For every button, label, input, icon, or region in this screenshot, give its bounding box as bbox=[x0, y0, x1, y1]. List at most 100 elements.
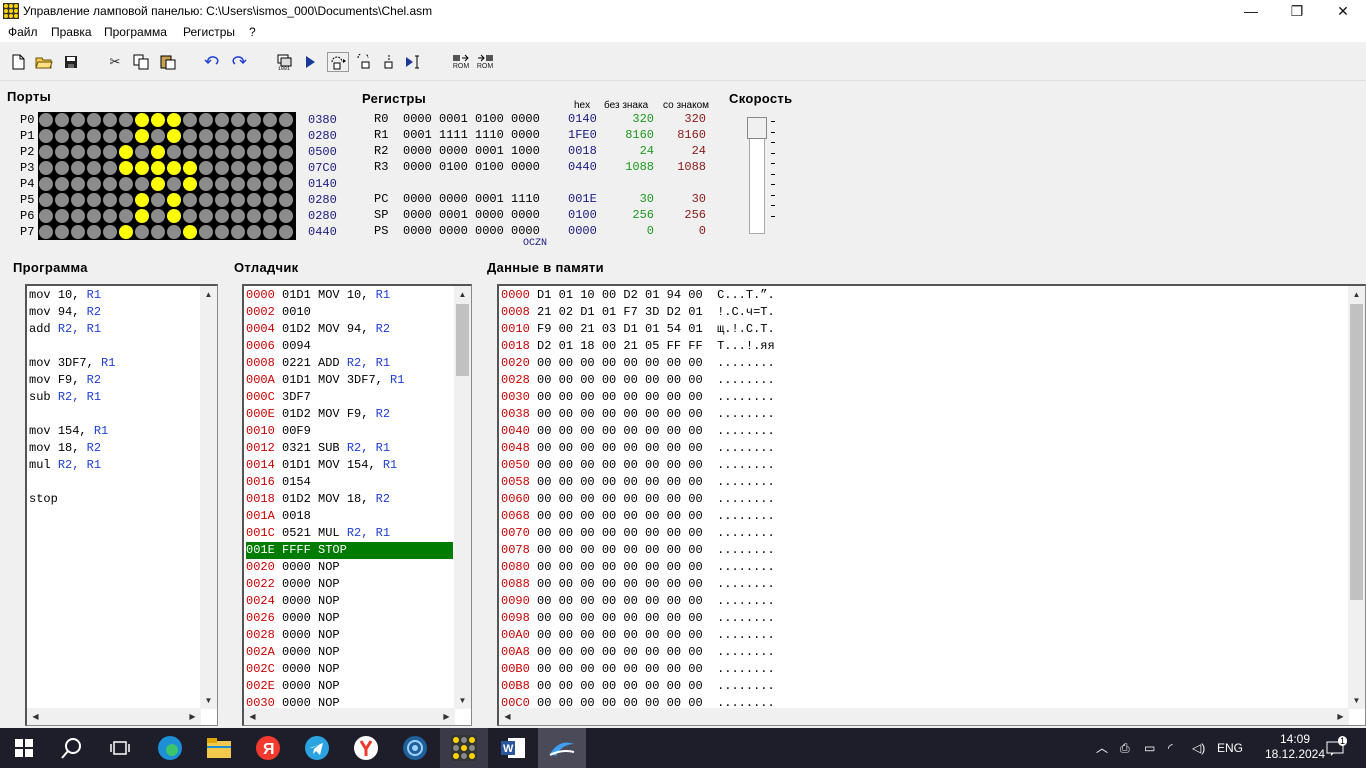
debugger-line[interactable]: 0010 00F9 bbox=[246, 423, 453, 440]
debugger-line[interactable]: 0012 0321 SUB R2, R1 bbox=[246, 440, 453, 457]
program-line[interactable]: add R2, R1 bbox=[29, 321, 199, 338]
step-out-icon[interactable] bbox=[379, 52, 399, 72]
program-line[interactable]: mov F9, R2 bbox=[29, 372, 199, 389]
program-line[interactable]: mov 154, R1 bbox=[29, 423, 199, 440]
cut-icon[interactable]: ✂ bbox=[105, 52, 125, 72]
memory-row[interactable]: 0038 00 00 00 00 00 00 00 00 ........ bbox=[501, 406, 1341, 423]
memory-row[interactable]: 0030 00 00 00 00 00 00 00 00 ........ bbox=[501, 389, 1341, 406]
scroll-right-icon[interactable]: ▶ bbox=[1332, 708, 1349, 725]
debugger-line[interactable]: 002C 0000 NOP bbox=[246, 661, 453, 678]
menu-program[interactable]: Программа bbox=[104, 25, 167, 39]
word-icon[interactable]: W bbox=[489, 728, 537, 768]
program-line[interactable] bbox=[29, 474, 199, 491]
debugger-line[interactable]: 0016 0154 bbox=[246, 474, 453, 491]
scroll-left-icon[interactable]: ◀ bbox=[244, 708, 261, 725]
memory-row[interactable]: 0078 00 00 00 00 00 00 00 00 ........ bbox=[501, 542, 1341, 559]
scroll-down-icon[interactable]: ▼ bbox=[454, 692, 471, 709]
memory-row[interactable]: 00A0 00 00 00 00 00 00 00 00 ........ bbox=[501, 627, 1341, 644]
program-line[interactable]: stop bbox=[29, 491, 199, 508]
debugger-line[interactable]: 0002 0010 bbox=[246, 304, 453, 321]
debugger-line[interactable]: 0006 0094 bbox=[246, 338, 453, 355]
menu-registers[interactable]: Регистры bbox=[183, 25, 235, 39]
program-line[interactable] bbox=[29, 338, 199, 355]
telegram-icon[interactable] bbox=[293, 728, 341, 768]
paste-icon[interactable] bbox=[158, 52, 178, 72]
debugger-line[interactable]: 0018 01D2 MOV 18, R2 bbox=[246, 491, 453, 508]
debugger-line[interactable]: 0024 0000 NOP bbox=[246, 593, 453, 610]
debugger-line[interactable]: 0026 0000 NOP bbox=[246, 610, 453, 627]
debugger-line[interactable]: 000C 3DF7 bbox=[246, 389, 453, 406]
program-editor[interactable]: mov 10, R1 mov 94, R2 add R2, R1 mov 3DF7, … bbox=[25, 284, 218, 726]
rom-load-icon[interactable]: ROM bbox=[450, 52, 472, 72]
yandex-browser-icon[interactable]: Я bbox=[244, 728, 292, 768]
tray-volume-icon[interactable]: ◁) bbox=[1192, 728, 1205, 768]
speed-slider-thumb[interactable] bbox=[747, 117, 767, 139]
program-line[interactable]: mul R2, R1 bbox=[29, 457, 199, 474]
program-line[interactable]: sub R2, R1 bbox=[29, 389, 199, 406]
debugger-list[interactable]: 0000 01D1 MOV 10, R1 0002 0010 0004 01D2 M… bbox=[242, 284, 472, 726]
memory-row[interactable]: 0090 00 00 00 00 00 00 00 00 ........ bbox=[501, 593, 1341, 610]
program-line[interactable]: mov 94, R2 bbox=[29, 304, 199, 321]
scroll-right-icon[interactable]: ▶ bbox=[438, 708, 455, 725]
debugger-line[interactable]: 000A 01D1 MOV 3DF7, R1 bbox=[246, 372, 453, 389]
program-line[interactable] bbox=[29, 406, 199, 423]
debugger-line[interactable]: 0000 01D1 MOV 10, R1 bbox=[246, 287, 453, 304]
debugger-scroll-thumb[interactable] bbox=[456, 304, 469, 376]
windows-start-icon[interactable] bbox=[0, 728, 48, 768]
run-icon[interactable] bbox=[300, 52, 320, 72]
memory-row[interactable]: 00A8 00 00 00 00 00 00 00 00 ........ bbox=[501, 644, 1341, 661]
menu-file[interactable]: Файл bbox=[8, 25, 38, 39]
memory-row[interactable]: 0080 00 00 00 00 00 00 00 00 ........ bbox=[501, 559, 1341, 576]
debugger-line[interactable]: 001C 0521 MUL R2, R1 bbox=[246, 525, 453, 542]
memory-row[interactable]: 0088 00 00 00 00 00 00 00 00 ........ bbox=[501, 576, 1341, 593]
memory-row[interactable]: 0070 00 00 00 00 00 00 00 00 ........ bbox=[501, 525, 1341, 542]
minimize-button[interactable]: — bbox=[1228, 0, 1274, 23]
debugger-line[interactable]: 0022 0000 NOP bbox=[246, 576, 453, 593]
lamp-panel-app-icon[interactable] bbox=[440, 728, 488, 768]
undo-icon[interactable] bbox=[202, 52, 222, 72]
run-to-cursor-icon[interactable] bbox=[404, 52, 424, 72]
memory-row[interactable]: 0058 00 00 00 00 00 00 00 00 ........ bbox=[501, 474, 1341, 491]
edge-browser-icon[interactable] bbox=[146, 728, 194, 768]
scroll-down-icon[interactable]: ▼ bbox=[1348, 692, 1365, 709]
maximize-button[interactable]: ❐ bbox=[1274, 0, 1320, 23]
yandex-app-icon[interactable] bbox=[342, 728, 390, 768]
scroll-right-icon[interactable]: ▶ bbox=[184, 708, 201, 725]
step-run-icon[interactable]: 1001 bbox=[275, 52, 295, 72]
scroll-down-icon[interactable]: ▼ bbox=[200, 692, 217, 709]
current-instruction[interactable]: 001E FFFF STOP bbox=[246, 542, 453, 559]
program-vscroll[interactable]: ▲ ▼ bbox=[200, 286, 217, 709]
memory-row[interactable]: 0068 00 00 00 00 00 00 00 00 ........ bbox=[501, 508, 1341, 525]
debugger-hscroll[interactable]: ◀ ▶ bbox=[244, 708, 455, 725]
new-file-icon[interactable] bbox=[8, 52, 28, 72]
tray-chevron-icon[interactable]: ︿ bbox=[1096, 728, 1108, 768]
program-line[interactable]: mov 3DF7, R1 bbox=[29, 355, 199, 372]
save-icon[interactable] bbox=[61, 52, 81, 72]
memory-row[interactable]: 0050 00 00 00 00 00 00 00 00 ........ bbox=[501, 457, 1341, 474]
speed-slider[interactable] bbox=[747, 117, 767, 234]
scroll-up-icon[interactable]: ▲ bbox=[200, 286, 217, 303]
memory-row[interactable]: 00B8 00 00 00 00 00 00 00 00 ........ bbox=[501, 678, 1341, 695]
app-globe-icon[interactable] bbox=[391, 728, 439, 768]
memory-row[interactable]: 0048 00 00 00 00 00 00 00 00 ........ bbox=[501, 440, 1341, 457]
debugger-line[interactable]: 0014 01D1 MOV 154, R1 bbox=[246, 457, 453, 474]
memory-row[interactable]: 00B0 00 00 00 00 00 00 00 00 ........ bbox=[501, 661, 1341, 678]
program-line[interactable]: mov 18, R2 bbox=[29, 440, 199, 457]
memory-row[interactable]: 0010 F9 00 21 03 D1 01 54 01 щ.!.С.Т. bbox=[501, 321, 1341, 338]
memory-vscroll[interactable]: ▲ ▼ bbox=[1348, 286, 1365, 709]
search-icon[interactable] bbox=[48, 728, 96, 768]
debugger-line[interactable]: 002E 0000 NOP bbox=[246, 678, 453, 695]
debugger-line[interactable]: 0004 01D2 MOV 94, R2 bbox=[246, 321, 453, 338]
memory-hscroll[interactable]: ◀ ▶ bbox=[499, 708, 1349, 725]
debugger-line[interactable]: 001A 0018 bbox=[246, 508, 453, 525]
menu-help[interactable]: ? bbox=[249, 25, 256, 39]
memory-row[interactable]: 0060 00 00 00 00 00 00 00 00 ........ bbox=[501, 491, 1341, 508]
debugger-line[interactable]: 0008 0221 ADD R2, R1 bbox=[246, 355, 453, 372]
rom-save-icon[interactable]: ROM bbox=[474, 52, 496, 72]
debugger-line[interactable]: 0020 0000 NOP bbox=[246, 559, 453, 576]
tray-device-icon[interactable]: ⎙ bbox=[1120, 728, 1130, 768]
copy-icon[interactable] bbox=[131, 52, 151, 72]
memory-row[interactable]: 0040 00 00 00 00 00 00 00 00 ........ bbox=[501, 423, 1341, 440]
memory-row[interactable]: 0018 D2 01 18 00 21 05 FF FF Т...!.яя bbox=[501, 338, 1341, 355]
memory-row[interactable]: 0000 D1 01 10 00 D2 01 94 00 С...Т.”. bbox=[501, 287, 1341, 304]
